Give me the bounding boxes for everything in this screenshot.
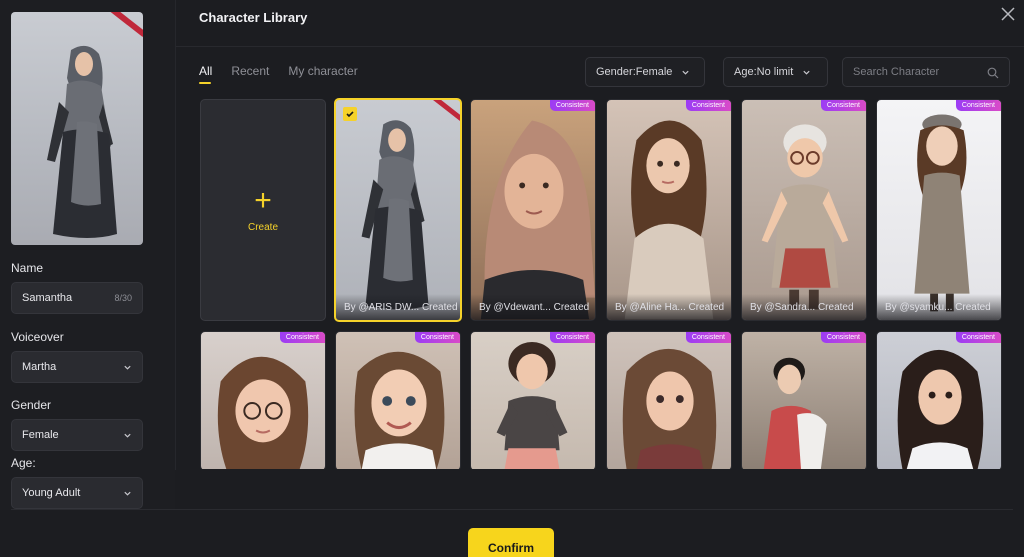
- hijab-character-figure: [361, 120, 429, 310]
- create-character-card[interactable]: + Create: [200, 99, 326, 321]
- age-value: Young Adult: [22, 487, 81, 499]
- character-card[interactable]: Consistent: [606, 331, 732, 469]
- gender-filter-value: Gender:Female: [596, 66, 673, 78]
- brunette-character-figure: [624, 120, 714, 320]
- chevron-down-icon: [122, 362, 132, 372]
- character-card[interactable]: Consistent: [470, 331, 596, 469]
- search-icon[interactable]: [987, 66, 999, 79]
- name-label: Name: [11, 261, 44, 275]
- consistent-badge: Consistent: [414, 332, 460, 343]
- glasses-character-figure: [217, 356, 309, 469]
- long-hair-character-figure: [622, 349, 717, 469]
- card-creator-byline: By @Vdewant... Created: [471, 294, 595, 320]
- plus-icon: +: [254, 183, 272, 217]
- short-hair-character-figure: [763, 357, 827, 469]
- hijab-elder-character-figure: [480, 120, 595, 320]
- character-card[interactable]: By @ARIS DW... Created: [334, 98, 462, 322]
- chevron-down-icon: [802, 68, 811, 77]
- consistent-badge: Consistent: [820, 100, 866, 111]
- card-creator-byline: By @Aline Ha... Created: [607, 294, 731, 320]
- character-card[interactable]: Consistent By @Vdewant... Created: [470, 99, 596, 321]
- chevron-down-icon: [122, 430, 132, 440]
- create-label: Create: [247, 221, 278, 233]
- consistent-badge: Consistent: [685, 100, 731, 111]
- card-creator-byline: By @Sandra... Created: [742, 294, 866, 320]
- character-card[interactable]: Consistent: [741, 331, 867, 469]
- name-char-count: 8/30: [114, 293, 132, 303]
- search-character-box[interactable]: [842, 57, 1010, 87]
- consistent-badge: Consistent: [955, 332, 1001, 343]
- card-creator-byline: By @ARIS DW... Created: [336, 294, 460, 320]
- checkmark-icon: [343, 107, 357, 121]
- library-tabs: All Recent My character: [199, 64, 377, 84]
- age-label: Age:: [11, 456, 36, 470]
- character-card[interactable]: Consistent By @syamku... Created: [876, 99, 1002, 321]
- tab-recent[interactable]: Recent: [231, 64, 269, 84]
- card-creator-byline: By @syamku... Created: [877, 294, 1001, 320]
- character-card[interactable]: Consistent By @Aline Ha... Created: [606, 99, 732, 321]
- age-filter-value: Age:No limit: [734, 66, 794, 78]
- character-grid: + Create By @ARIS DW... Created Consiste…: [176, 96, 1024, 469]
- age-select[interactable]: Young Adult: [11, 477, 143, 509]
- grandma-character-figure: [761, 124, 849, 310]
- consistent-badge: Consistent: [955, 100, 1001, 111]
- confirm-button[interactable]: Confirm: [468, 528, 554, 557]
- consistent-badge: Consistent: [279, 332, 325, 343]
- hijab-character-figure: [47, 45, 117, 238]
- gender-select[interactable]: Female: [11, 419, 143, 451]
- character-preview-image: [11, 12, 143, 245]
- curly-character-figure: [496, 341, 568, 469]
- voiceover-select[interactable]: Martha: [11, 351, 143, 383]
- search-input[interactable]: [853, 66, 983, 78]
- age-filter-dropdown[interactable]: Age:No limit: [723, 57, 828, 87]
- name-value: Samantha: [22, 292, 73, 304]
- character-card[interactable]: Consistent: [876, 331, 1002, 469]
- tab-all[interactable]: All: [199, 64, 212, 84]
- character-card[interactable]: Consistent By @Sandra... Created: [741, 99, 867, 321]
- name-field[interactable]: Samantha 8/30: [11, 282, 143, 314]
- gender-label: Gender: [11, 398, 52, 412]
- close-icon[interactable]: [999, 5, 1017, 23]
- chevron-down-icon: [681, 68, 690, 77]
- character-library-dialog: Name Samantha 8/30 Voiceover Martha Gend…: [0, 0, 1024, 557]
- voiceover-value: Martha: [22, 361, 57, 373]
- character-card[interactable]: Consistent: [200, 331, 326, 469]
- dialog-title: Character Library: [199, 10, 308, 25]
- gender-value: Female: [22, 429, 59, 441]
- chevron-down-icon: [122, 488, 132, 498]
- dark-hair-character-figure: [897, 350, 984, 469]
- character-card[interactable]: Consistent: [335, 331, 461, 469]
- consistent-badge: Consistent: [685, 332, 731, 343]
- cap-character-figure: [914, 114, 970, 312]
- header-divider: [176, 46, 1024, 47]
- consistent-badge: Consistent: [549, 100, 595, 111]
- voiceover-label: Voiceover: [11, 330, 64, 344]
- smiling-character-figure: [354, 351, 445, 469]
- consistent-badge: Consistent: [549, 332, 595, 343]
- consistent-badge: Consistent: [820, 332, 866, 343]
- tab-my-character[interactable]: My character: [288, 64, 357, 84]
- gender-filter-dropdown[interactable]: Gender:Female: [585, 57, 705, 87]
- character-settings-panel: Name Samantha 8/30 Voiceover Martha Gend…: [0, 0, 175, 510]
- footer-divider: [11, 509, 1013, 510]
